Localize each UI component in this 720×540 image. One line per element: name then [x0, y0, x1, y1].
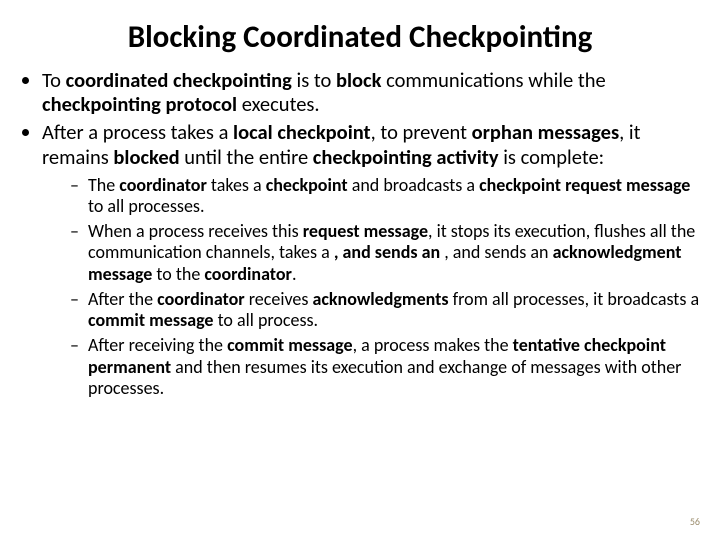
- sub-bullet-item: The coordinator takes a checkpoint and b…: [70, 175, 706, 217]
- page-number: 56: [690, 515, 700, 528]
- bullet-item: After a process takes a local checkpoint…: [42, 120, 712, 399]
- slide-title: Blocking Coordinated Checkpointing: [8, 18, 712, 56]
- sub-bullet-item: After receiving the commit message, a pr…: [70, 335, 706, 399]
- sub-bullet-item: When a process receives this request mes…: [70, 221, 706, 285]
- bullet-item: To coordinated checkpointing is to block…: [42, 68, 712, 116]
- sub-bullet-list: The coordinator takes a checkpoint and b…: [42, 175, 706, 399]
- bullet-list: To coordinated checkpointing is to block…: [8, 68, 712, 399]
- sub-bullet-item: After the coordinator receives acknowled…: [70, 289, 706, 331]
